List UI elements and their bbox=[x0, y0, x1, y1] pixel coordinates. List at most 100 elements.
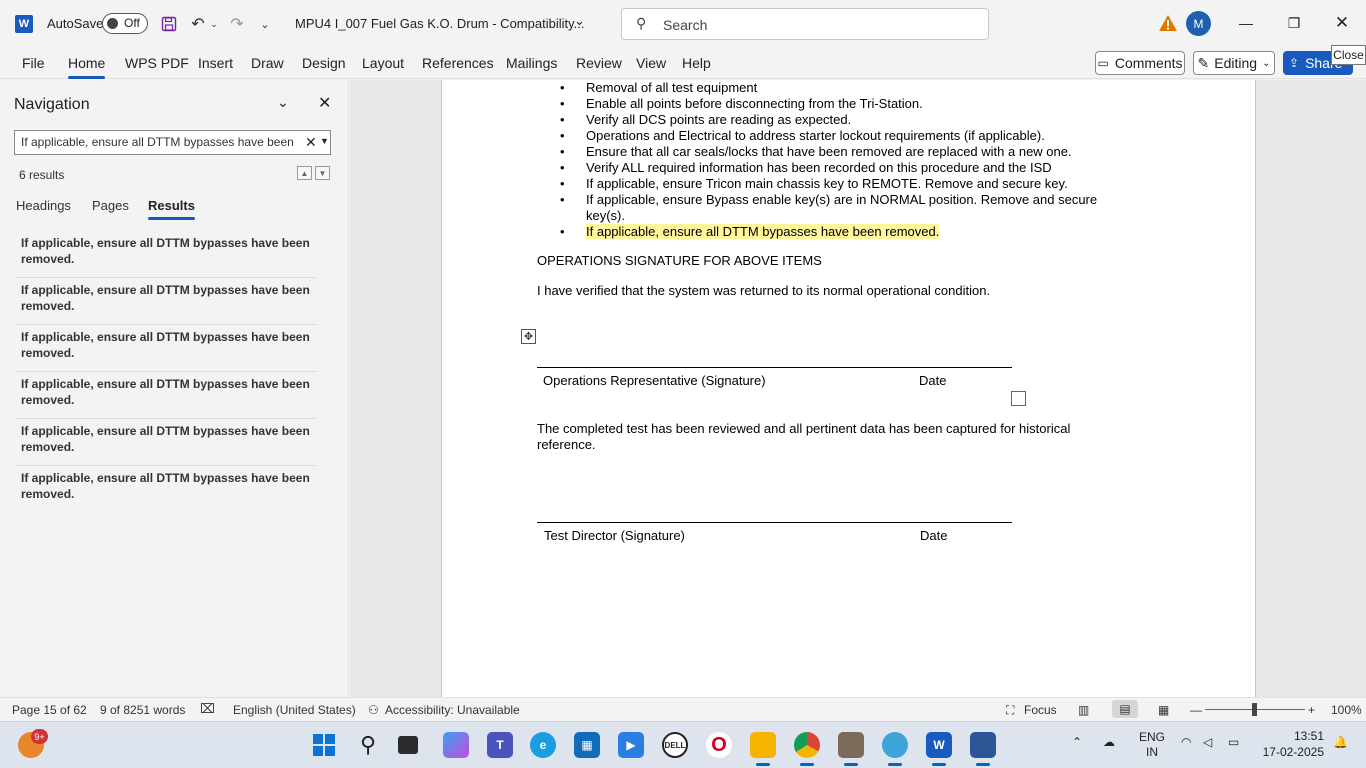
volume-icon[interactable]: ◁ bbox=[1203, 735, 1212, 749]
navigation-search-value: If applicable, ensure all DTTM bypasses … bbox=[21, 135, 297, 149]
web-layout-icon[interactable]: ▦ bbox=[1158, 703, 1169, 717]
tab-results[interactable]: Results bbox=[148, 198, 195, 220]
tab-headings[interactable]: Headings bbox=[16, 198, 71, 213]
bullet-item: If applicable, ensure Tricon main chassi… bbox=[560, 176, 1120, 192]
photos-icon[interactable] bbox=[882, 732, 908, 766]
title-chevron-down-icon[interactable]: ⌄ bbox=[574, 13, 585, 29]
tab-mailings[interactable]: Mailings bbox=[506, 55, 557, 71]
tab-pages[interactable]: Pages bbox=[92, 198, 129, 213]
word-taskbar-icon[interactable]: W bbox=[926, 732, 952, 766]
maximize-icon[interactable]: ❐ bbox=[1281, 10, 1307, 36]
minimize-icon[interactable]: — bbox=[1233, 10, 1259, 36]
zoom-in-icon[interactable]: + bbox=[1308, 703, 1315, 717]
tab-home[interactable]: Home bbox=[68, 55, 106, 79]
tab-draw[interactable]: Draw bbox=[251, 55, 284, 71]
table-move-handle-icon[interactable]: ✥ bbox=[521, 329, 536, 344]
redo-icon[interactable]: ↷ bbox=[227, 12, 247, 36]
battery-icon[interactable]: ▭ bbox=[1228, 735, 1239, 749]
tab-layout[interactable]: Layout bbox=[362, 55, 404, 71]
search-result[interactable]: If applicable, ensure all DTTM bypasses … bbox=[16, 325, 317, 372]
taskbar-search-icon[interactable]: ⚲ bbox=[355, 732, 381, 758]
tab-review[interactable]: Review bbox=[576, 55, 622, 71]
editing-mode-button[interactable]: ✎ Editing ⌄ bbox=[1193, 51, 1275, 75]
undo-dropdown-icon[interactable]: ⌄ bbox=[208, 12, 220, 36]
search-result[interactable]: If applicable, ensure all DTTM bypasses … bbox=[16, 419, 317, 466]
dell-icon[interactable]: DELL bbox=[662, 732, 688, 758]
clear-search-icon[interactable]: ✕ bbox=[305, 134, 317, 151]
app-icon[interactable] bbox=[838, 732, 864, 766]
zoom-slider-thumb[interactable] bbox=[1252, 703, 1257, 716]
tab-design[interactable]: Design bbox=[302, 55, 346, 71]
zoom-level[interactable]: 100% bbox=[1331, 703, 1362, 717]
search-placeholder: Search bbox=[663, 17, 708, 33]
focus-mode-button[interactable]: Focus bbox=[1024, 703, 1057, 717]
close-tooltip: Close bbox=[1331, 45, 1366, 65]
next-result-icon[interactable]: ▼ bbox=[315, 166, 330, 180]
comments-button[interactable]: ▭ Comments bbox=[1095, 51, 1185, 75]
bullet-item: If applicable, ensure Bypass enable key(… bbox=[560, 192, 1120, 224]
save-icon[interactable] bbox=[159, 12, 179, 36]
file-explorer-icon[interactable] bbox=[750, 732, 776, 766]
previous-result-icon[interactable]: ▲ bbox=[297, 166, 312, 180]
search-result[interactable]: If applicable, ensure all DTTM bypasses … bbox=[16, 278, 317, 325]
tab-help[interactable]: Help bbox=[682, 55, 711, 71]
checkbox[interactable] bbox=[1011, 391, 1026, 406]
copilot-icon[interactable] bbox=[443, 732, 469, 758]
search-options-icon[interactable]: ▼ bbox=[320, 136, 329, 146]
search-result[interactable]: If applicable, ensure all DTTM bypasses … bbox=[16, 466, 317, 513]
tab-view[interactable]: View bbox=[636, 55, 666, 71]
status-bar: Page 15 of 62 9 of 8251 words ⌧ English … bbox=[0, 697, 1366, 721]
verification-statement: I have verified that the system was retu… bbox=[537, 283, 991, 298]
task-view-icon[interactable] bbox=[398, 736, 418, 754]
time: 13:51 bbox=[1293, 729, 1324, 743]
wifi-icon[interactable]: ◠ bbox=[1181, 735, 1191, 749]
read-mode-icon[interactable]: ▥ bbox=[1078, 703, 1089, 717]
app-icon[interactable] bbox=[970, 732, 996, 766]
warning-icon[interactable] bbox=[1158, 14, 1178, 32]
chevron-down-icon: ⌄ bbox=[1262, 57, 1271, 69]
word-count[interactable]: 9 of 8251 words bbox=[100, 703, 185, 717]
autosave-toggle[interactable]: Off bbox=[102, 13, 148, 34]
tab-file[interactable]: File bbox=[22, 55, 45, 71]
power-automate-icon[interactable]: ▶ bbox=[618, 732, 644, 758]
undo-icon[interactable]: ↶ bbox=[188, 12, 208, 36]
clock[interactable]: 13:51 17-02-2025 bbox=[1262, 728, 1324, 760]
store-icon[interactable]: ▦ bbox=[574, 732, 600, 758]
chrome-icon[interactable] bbox=[794, 732, 820, 766]
pane-options-chevron-icon[interactable]: ⌄ bbox=[277, 94, 289, 111]
close-pane-icon[interactable]: ✕ bbox=[318, 93, 331, 113]
region-code: IN bbox=[1146, 745, 1158, 759]
teams-icon[interactable]: T bbox=[487, 732, 513, 758]
tab-wps-pdf[interactable]: WPS PDF bbox=[125, 55, 189, 71]
document-page[interactable]: Removal of all test equipment Enable all… bbox=[441, 80, 1256, 697]
avatar[interactable]: M bbox=[1186, 11, 1211, 36]
start-icon[interactable] bbox=[311, 732, 337, 758]
tab-references[interactable]: References bbox=[422, 55, 494, 71]
print-layout-icon[interactable]: ▤ bbox=[1112, 700, 1138, 718]
show-hidden-icons-icon[interactable]: ⌃ bbox=[1072, 735, 1082, 749]
language-indicator[interactable]: English (United States) bbox=[233, 703, 356, 717]
share-icon: ⇪ bbox=[1289, 56, 1300, 70]
page-indicator[interactable]: Page 15 of 62 bbox=[12, 703, 87, 717]
customize-toolbar-icon[interactable]: ⌄ bbox=[257, 12, 273, 36]
edge-icon[interactable]: e bbox=[530, 732, 556, 758]
accessibility-status[interactable]: Accessibility: Unavailable bbox=[385, 703, 520, 717]
tab-insert[interactable]: Insert bbox=[198, 55, 233, 71]
document-title[interactable]: MPU4 I_007 Fuel Gas K.O. Drum - Compatib… bbox=[295, 16, 584, 31]
navigation-search-input[interactable]: If applicable, ensure all DTTM bypasses … bbox=[14, 130, 331, 155]
proofing-icon[interactable]: ⌧ bbox=[200, 701, 215, 717]
search-box[interactable]: ⚲ Search bbox=[621, 8, 989, 40]
search-result[interactable]: If applicable, ensure all DTTM bypasses … bbox=[16, 372, 317, 419]
bullet-item: Enable all points before disconnecting f… bbox=[560, 96, 1120, 112]
autosave-state: Off bbox=[124, 16, 140, 30]
opera-icon[interactable]: O bbox=[706, 732, 732, 758]
onedrive-icon[interactable]: ☁ bbox=[1103, 735, 1115, 749]
close-window-icon[interactable]: ✕ bbox=[1329, 10, 1355, 36]
comment-icon: ▭ bbox=[1097, 56, 1109, 70]
input-language[interactable]: ENG IN bbox=[1139, 730, 1165, 760]
results-list: If applicable, ensure all DTTM bypasses … bbox=[16, 231, 317, 513]
signature-line bbox=[537, 522, 1012, 523]
notification-bell-icon[interactable]: 🔔 bbox=[1333, 735, 1348, 749]
zoom-out-icon[interactable]: — bbox=[1190, 703, 1202, 717]
search-result[interactable]: If applicable, ensure all DTTM bypasses … bbox=[16, 231, 317, 278]
